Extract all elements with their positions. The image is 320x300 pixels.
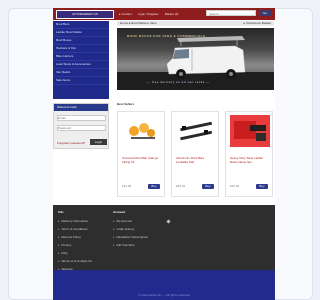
product-price: £89.99 [176, 184, 186, 188]
bullet-arrow-icon: ▸ [113, 227, 115, 231]
product-price: £59.99 [230, 184, 240, 188]
footer: Info ▸ Delivery Information ▸ Terms & Cond… [53, 205, 275, 271]
footer-link[interactable]: ▸ Terms & Conditions [58, 227, 92, 231]
breadcrumb-actions[interactable]: ▸ Checkout ▸ Basket [244, 21, 271, 26]
product-image[interactable] [230, 115, 270, 147]
top-links: ▸ Contact Login / Register Basket (0) [119, 8, 178, 20]
site-logo[interactable]: AUTOMARKET UK [56, 10, 114, 19]
footer-account-column: Account ▸ My Account ▸ Order History ▸ News… [113, 210, 148, 251]
bullet-arrow-icon: ▸ [58, 219, 60, 223]
footer-link[interactable]: ▸ Newsletter Subscription [113, 235, 148, 239]
product-card[interactable]: Universal Roof Bar Clamps Fitting Kit £3… [117, 111, 165, 197]
footer-link[interactable]: ▸ About us & Contact Us [58, 259, 92, 263]
product-image[interactable] [122, 115, 162, 147]
footer-account-title: Account [113, 210, 125, 214]
top-link-account[interactable]: Login / Register [138, 12, 159, 16]
footer-link[interactable]: ▸ Gift Vouchers [113, 243, 148, 247]
section-title: Best Sellers [117, 102, 135, 106]
sidebar-item-ladder-racks[interactable]: Ladder Roof Racks [53, 29, 109, 37]
login-box: Welcome back Forgotten password? Login [53, 103, 109, 149]
footer-link[interactable]: ▸ Delivery Information [58, 219, 92, 223]
footer-link[interactable]: ▸ Privacy [58, 243, 92, 247]
bullet-arrow-icon: ▸ [58, 235, 60, 239]
email-field[interactable] [57, 115, 106, 121]
cursor-icon [166, 219, 171, 224]
buy-button[interactable]: Buy [256, 184, 268, 189]
product-name[interactable]: Universal Roof Bar Clamps Fitting Kit [122, 156, 162, 164]
footer-link[interactable]: ▸ Order History [113, 227, 148, 231]
top-link-basket[interactable]: Basket (0) [165, 12, 179, 16]
category-sidebar: Roof Bars Ladder Roof Racks Roof Boxes T… [53, 21, 109, 99]
buy-button[interactable]: Buy [148, 184, 160, 189]
search-button[interactable]: Go [259, 10, 271, 16]
sidebar-item-roof-bars[interactable]: Roof Bars [53, 21, 109, 29]
sidebar-item-sale[interactable]: Sale Items [53, 77, 109, 85]
footer-link[interactable]: ▸ My Account [113, 219, 148, 223]
bottom-bar: © Automarket UK — All rights reserved [53, 270, 275, 300]
website: AUTOMARKET UK ▸ Contact Login / Register… [53, 8, 275, 300]
buy-button[interactable]: Buy [202, 184, 214, 189]
sidebar-item-bike-carriers[interactable]: Bike Carriers [53, 53, 109, 61]
product-name[interactable]: Aluminium Roof Bars Lockable Pair [176, 156, 216, 164]
footer-info-title: Info [58, 210, 64, 214]
copyright-text: © Automarket UK — All rights reserved [138, 293, 190, 297]
product-name[interactable]: Heavy Duty Steel Ladder Rack Clamp Set [230, 156, 270, 164]
product-price: £34.99 [122, 184, 132, 188]
sidebar-item-roof-boxes[interactable]: Roof Boxes [53, 37, 109, 45]
sidebar-item-van-racks[interactable]: Van Racks [53, 69, 109, 77]
product-card[interactable]: Heavy Duty Steel Ladder Rack Clamp Set £… [225, 111, 273, 197]
bullet-arrow-icon: ▸ [58, 243, 60, 247]
hero-subcaption: — free delivery on all van racks — [147, 80, 210, 84]
forgot-password-link[interactable]: Forgotten password? [57, 141, 85, 145]
hero-caption: ROOF RACKS FOR VANS & COMMERCIALS [127, 34, 206, 38]
bullet-arrow-icon: ▸ [113, 243, 115, 247]
bullet-arrow-icon: ▸ [113, 219, 115, 223]
bullet-arrow-icon: ▸ [113, 235, 115, 239]
search-input[interactable]: Search... [206, 10, 256, 16]
footer-link[interactable]: ▸ Returns Policy [58, 235, 92, 239]
sidebar-item-towbars[interactable]: Towbars & Kits [53, 45, 109, 53]
sidebar-item-load-stops[interactable]: Load Stops & Accessories [53, 61, 109, 69]
breadcrumb: Home ▸ Roof Racks ▸ Vans ▸ Checkout ▸ Ba… [117, 21, 274, 26]
password-field[interactable] [57, 125, 106, 131]
bullet-arrow-icon: ▸ [58, 251, 60, 255]
top-link-contact[interactable]: ▸ Contact [119, 12, 132, 16]
product-image[interactable] [176, 115, 216, 147]
bullet-arrow-icon: ▸ [58, 259, 60, 263]
hero-banner[interactable]: ROOF RACKS FOR VANS & COMMERCIALS — free… [117, 28, 274, 90]
footer-info-column: Info ▸ Delivery Information ▸ Terms & Cond… [58, 210, 92, 275]
footer-link[interactable]: ▸ FAQ [58, 251, 92, 255]
login-title: Welcome back [54, 104, 108, 111]
bullet-arrow-icon: ▸ [58, 227, 60, 231]
login-button[interactable]: Login [90, 139, 107, 145]
top-bar: AUTOMARKET UK ▸ Contact Login / Register… [53, 8, 275, 20]
product-card[interactable]: Aluminium Roof Bars Lockable Pair £89.99… [171, 111, 219, 197]
breadcrumb-path[interactable]: Home ▸ Roof Racks ▸ Vans [120, 21, 156, 25]
